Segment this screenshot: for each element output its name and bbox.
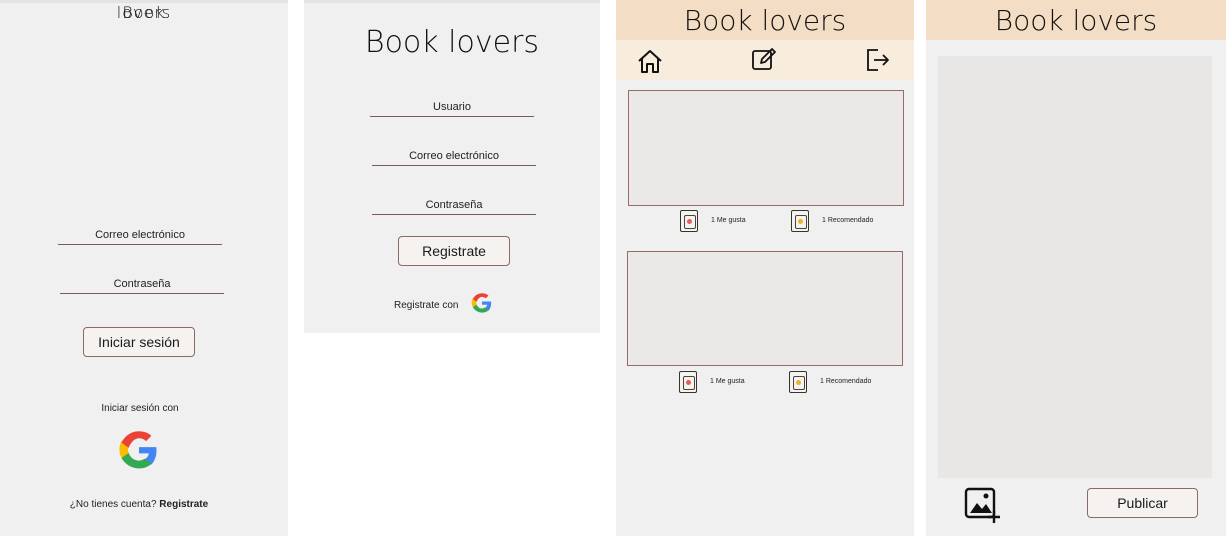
register-with-text: Registrate con: [394, 300, 459, 311]
no-account-row: ¿No tienes cuenta? Registrate: [0, 499, 278, 510]
edit-icon[interactable]: [750, 46, 778, 74]
brand-logo-line2: lovers: [116, 3, 172, 22]
brand-logo: Book lovers: [364, 25, 540, 60]
post-card[interactable]: [628, 90, 904, 206]
recommend-book-icon[interactable]: [791, 210, 809, 232]
like-count: 1 Me gusta: [710, 378, 745, 385]
brand-logo: Book lovers: [683, 4, 847, 37]
email-field[interactable]: Correo electrónico: [372, 150, 536, 166]
post-card[interactable]: [627, 251, 903, 366]
recommend-count: 1 Recomendado: [822, 217, 874, 224]
compose-screen: Book lovers Publicar: [926, 0, 1226, 536]
recommend-book-icon[interactable]: [789, 371, 807, 393]
like-book-icon[interactable]: [680, 210, 698, 232]
add-image-icon[interactable]: [964, 487, 1002, 525]
brand-logo: Book lovers: [994, 4, 1158, 37]
register-button[interactable]: Registrate: [398, 236, 510, 266]
home-icon[interactable]: [636, 48, 664, 74]
login-screen: Book lovers Correo electrónico Contraseñ…: [0, 0, 288, 536]
login-with-text: Iniciar sesión con: [101, 403, 179, 414]
logout-icon[interactable]: [864, 46, 892, 74]
like-count: 1 Me gusta: [711, 217, 746, 224]
nav-bar: [616, 40, 914, 80]
register-link[interactable]: Registrate: [159, 499, 208, 510]
password-field[interactable]: Contraseña: [372, 199, 536, 215]
email-field-label: Correo electrónico: [409, 150, 499, 162]
email-field[interactable]: Correo electrónico: [58, 229, 222, 245]
username-field[interactable]: Usuario: [370, 101, 534, 117]
compose-area[interactable]: [938, 56, 1212, 478]
register-screen: Book lovers Usuario Correo electrónico C…: [304, 0, 600, 333]
publish-button[interactable]: Publicar: [1087, 488, 1198, 518]
username-field-label: Usuario: [433, 101, 471, 113]
email-field-label: Correo electrónico: [95, 229, 185, 241]
like-book-icon[interactable]: [679, 371, 697, 393]
password-field[interactable]: Contraseña: [60, 278, 224, 294]
feed-screen: Book lovers 1 Me gusta 1 Recomendado 1 M…: [616, 0, 914, 536]
no-account-text: ¿No tienes cuenta?: [69, 499, 157, 510]
recommend-count: 1 Recomendado: [820, 378, 872, 385]
password-field-label: Contraseña: [425, 199, 483, 211]
google-icon[interactable]: [118, 429, 160, 471]
google-icon[interactable]: [471, 292, 493, 314]
login-button[interactable]: Iniciar sesión: [83, 327, 195, 357]
password-field-label: Contraseña: [113, 278, 171, 290]
